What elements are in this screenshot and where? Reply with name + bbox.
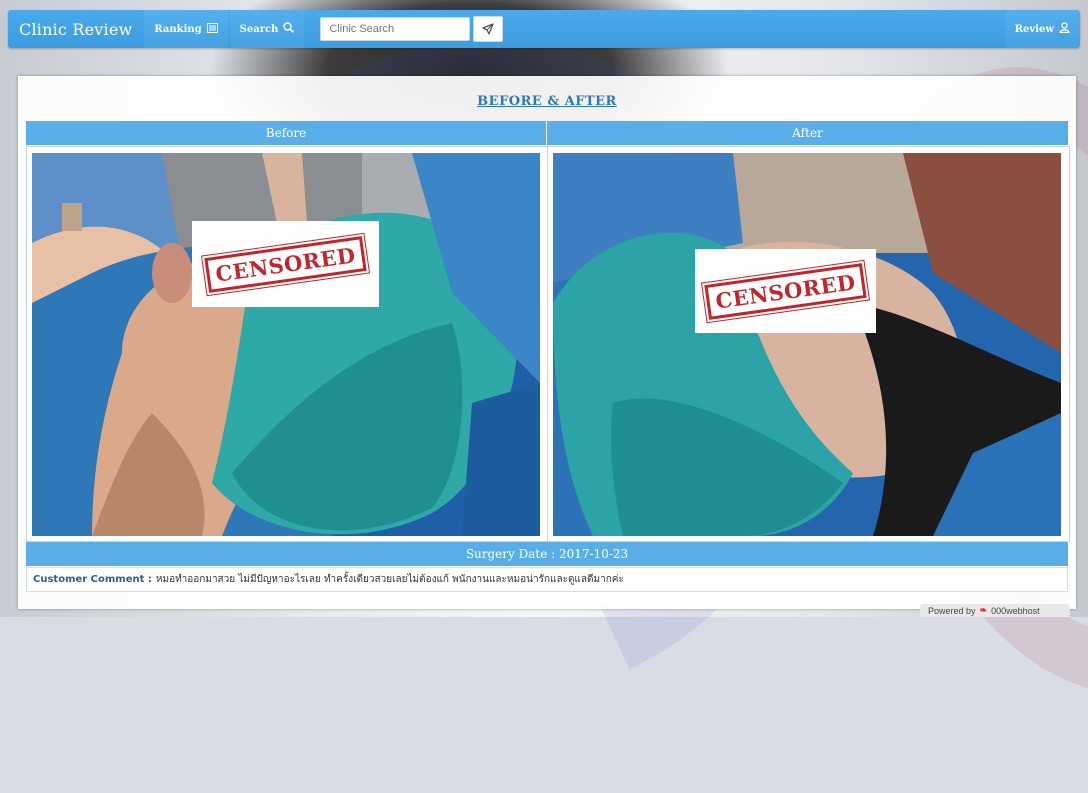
nav-ranking-label: Ranking bbox=[154, 23, 202, 35]
before-header: Before bbox=[26, 121, 546, 145]
nav-review-label: Review bbox=[1014, 23, 1054, 35]
censored-stamp: CENSORED bbox=[701, 257, 870, 325]
before-photo-frame: CENSORED bbox=[26, 146, 548, 542]
after-photo-frame: CENSORED bbox=[547, 146, 1070, 542]
comment-label: Customer Comment : bbox=[33, 574, 152, 585]
search-icon bbox=[283, 22, 295, 36]
paper-plane-icon bbox=[482, 20, 495, 39]
after-header: After bbox=[547, 121, 1068, 145]
top-navbar: Clinic Review Ranking Search Review bbox=[8, 10, 1080, 48]
before-after-panel: BEFORE & AFTER Before After CENSORED CEN… bbox=[18, 76, 1076, 609]
clinic-search-input[interactable] bbox=[320, 17, 471, 41]
powered-by-badge[interactable]: Powered by ❧ 000webhost bbox=[920, 604, 1070, 617]
user-icon bbox=[1059, 22, 1070, 36]
before-censor-block: CENSORED bbox=[192, 221, 379, 307]
nav-search-label: Search bbox=[239, 23, 279, 35]
brand-logo[interactable]: Clinic Review bbox=[8, 20, 144, 39]
page-title: BEFORE & AFTER bbox=[477, 94, 617, 109]
after-censor-block: CENSORED bbox=[695, 249, 876, 333]
nav-ranking[interactable]: Ranking bbox=[144, 10, 228, 48]
search-submit-button[interactable] bbox=[473, 16, 504, 42]
after-photo[interactable]: CENSORED bbox=[553, 153, 1061, 536]
censored-stamp: CENSORED bbox=[201, 230, 370, 298]
customer-comment: Customer Comment : หมอทำออกมาสวย ไม่มีปั… bbox=[26, 567, 1068, 592]
host-name: 000webhost bbox=[991, 605, 1040, 616]
comment-text: หมอทำออกมาสวย ไม่มีปัญหาอะไรเลย ทำครั้งเ… bbox=[155, 574, 624, 585]
nav-review[interactable]: Review bbox=[1004, 10, 1080, 48]
host-logo-icon: ❧ bbox=[979, 605, 988, 615]
nav-search[interactable]: Search bbox=[229, 10, 305, 48]
list-icon bbox=[206, 22, 218, 36]
powered-by-label: Powered by bbox=[928, 605, 976, 616]
before-photo[interactable]: CENSORED bbox=[32, 153, 540, 536]
surgery-date-bar: Surgery Date : 2017-10-23 bbox=[26, 542, 1068, 566]
